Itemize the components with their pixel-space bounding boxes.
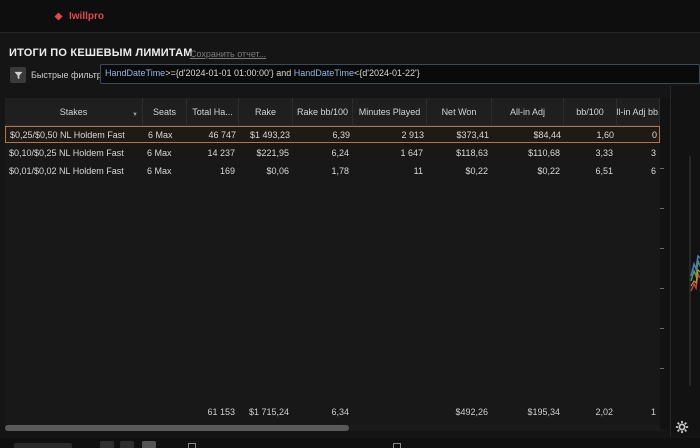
top-bar: Iwillpro <box>0 0 700 33</box>
table-header-row: Stakes ▼ Seats Total Ha... Rake Rake bb/1… <box>5 98 660 126</box>
cell-total-hands: 14 237 <box>207 147 235 158</box>
total-rake-bb100: 6,34 <box>331 407 349 417</box>
total-net-won: $492,26 <box>455 407 488 417</box>
cell-seats: 6 Max <box>148 129 173 140</box>
cell-seats: 6 Max <box>147 147 172 158</box>
filter-field-2: HandDateTime <box>293 68 354 78</box>
page-size-input[interactable] <box>14 443 72 448</box>
col-header-label: Seats <box>152 106 176 117</box>
stats-table: Stakes ▼ Seats Total Ha... Rake Rake bb/1… <box>5 98 660 428</box>
col-header-seats[interactable]: Seats <box>143 98 187 125</box>
cell-bb100: 1,60 <box>596 129 614 140</box>
total-bb100: 2,02 <box>595 407 613 417</box>
col-header-stakes[interactable]: Stakes ▼ <box>5 98 143 125</box>
quick-filters-label: Быстрые фильтры <box>31 70 101 80</box>
cell-total-hands: 169 <box>219 165 235 176</box>
col-header-rake-bb100[interactable]: Rake bb/100 <box>293 98 353 125</box>
col-header-label: Total Ha... <box>192 106 233 117</box>
table-row[interactable]: $0,25/$0,50 NL Holdem Fast 6 Max 46 747 … <box>5 126 660 143</box>
total-hands: 61 153 <box>207 407 235 417</box>
cell-stakes: $0,01/$0,02 NL Holdem Fast <box>9 165 124 176</box>
cell-net-won: $373,41 <box>456 129 489 140</box>
option-checkbox-2[interactable] <box>393 443 401 448</box>
view-button-1[interactable] <box>100 441 114 448</box>
view-button-2[interactable] <box>120 441 134 448</box>
cell-seats: 6 Max <box>147 165 172 176</box>
col-header-label: Rake bb/100 <box>296 106 349 117</box>
col-header-total-hands[interactable]: Total Ha... <box>187 98 239 125</box>
col-header-bb100[interactable]: bb/100 <box>564 98 617 125</box>
cell-allin-adj: $0,22 <box>537 165 560 176</box>
cell-minutes: 11 <box>413 165 423 176</box>
funnel-icon <box>13 71 23 79</box>
cell-net-won: $118,63 <box>456 147 488 158</box>
filter-expr-part-2: <{d'2024-01-22'} <box>353 68 420 78</box>
cell-allin-adj-bb: 6 <box>650 165 656 176</box>
horizontal-scroll-thumb[interactable] <box>5 425 349 431</box>
table-row[interactable]: $0,10/$0,25 NL Holdem Fast 6 Max 14 237 … <box>5 144 660 161</box>
save-report-link[interactable]: Сохранить отчет... <box>190 49 266 59</box>
col-header-label: Net Won <box>441 106 477 117</box>
total-rake: $1 715,24 <box>248 407 289 417</box>
horizontal-scrollbar[interactable] <box>5 425 660 431</box>
cell-allin-adj-bb: 0 <box>651 129 657 140</box>
col-header-rake[interactable]: Rake <box>239 98 293 125</box>
cell-minutes: 2 913 <box>401 129 424 140</box>
total-allin-adj: $195,34 <box>527 407 560 417</box>
cell-allin-adj: $110,68 <box>528 147 560 158</box>
cell-rake: $0,06 <box>266 165 289 176</box>
sort-desc-icon: ▼ <box>132 112 138 118</box>
cell-bb100: 3,33 <box>595 147 613 158</box>
cell-stakes: $0,10/$0,25 NL Holdem Fast <box>9 147 124 158</box>
graph-panel <box>670 86 700 436</box>
cell-rake: $221,95 <box>256 147 289 158</box>
app-logo-text: Iwillpro <box>69 11 104 22</box>
report-title: ИТОГИ ПО КЕШЕВЫМ ЛИМИТАМ <box>9 47 193 59</box>
view-button-3[interactable] <box>142 441 156 448</box>
cell-rake-bb100: 6,24 <box>331 147 349 158</box>
totals-row: 61 153 $1 715,24 6,34 $492,26 $195,34 2,… <box>5 405 660 419</box>
col-header-net-won[interactable]: Net Won <box>427 98 492 125</box>
table-row[interactable]: $0,01/$0,02 NL Holdem Fast 6 Max 169 $0,… <box>5 162 660 179</box>
col-header-label: Stakes <box>59 106 88 117</box>
col-header-label: Minutes Played <box>358 106 421 117</box>
panel-splitter[interactable] <box>660 98 670 428</box>
col-header-label: bb/100 <box>576 106 604 117</box>
col-header-label: Rake <box>254 106 276 117</box>
col-header-label: All-in Adj <box>509 106 545 117</box>
filter-expr-part-1: >={d'2024-01-01 01:00:00'} and <box>165 68 294 78</box>
option-checkbox-1[interactable] <box>188 443 196 448</box>
cell-total-hands: 46 747 <box>208 129 236 140</box>
cell-stakes: $0,25/$0,50 NL Holdem Fast <box>10 129 125 140</box>
cell-allin-adj-bb: 3 <box>650 147 656 158</box>
cell-bb100: 6,51 <box>595 165 613 176</box>
col-header-label: All-in Adj bb... <box>617 106 659 117</box>
col-header-allin-adj[interactable]: All-in Adj <box>492 98 564 125</box>
cell-net-won: $0,22 <box>465 165 488 176</box>
total-allin-adj-bb: 1 <box>650 407 656 417</box>
cell-minutes: 1 647 <box>400 147 423 158</box>
filter-button[interactable] <box>10 67 26 83</box>
cell-allin-adj: $84,44 <box>533 129 561 140</box>
col-header-allin-adj-bb[interactable]: All-in Adj bb... <box>617 98 660 125</box>
cell-rake: $1 493,23 <box>249 129 290 140</box>
cell-rake-bb100: 6,39 <box>332 129 350 140</box>
gear-icon[interactable] <box>675 420 689 434</box>
col-header-minutes-played[interactable]: Minutes Played <box>353 98 427 125</box>
graph-preview <box>689 156 700 386</box>
filter-field-1: HandDateTime <box>105 68 166 78</box>
filter-expression-input[interactable]: HandDateTime>={d'2024-01-01 01:00:00'} a… <box>100 64 700 84</box>
cell-rake-bb100: 1,78 <box>331 165 349 176</box>
logo-icon <box>54 12 63 21</box>
